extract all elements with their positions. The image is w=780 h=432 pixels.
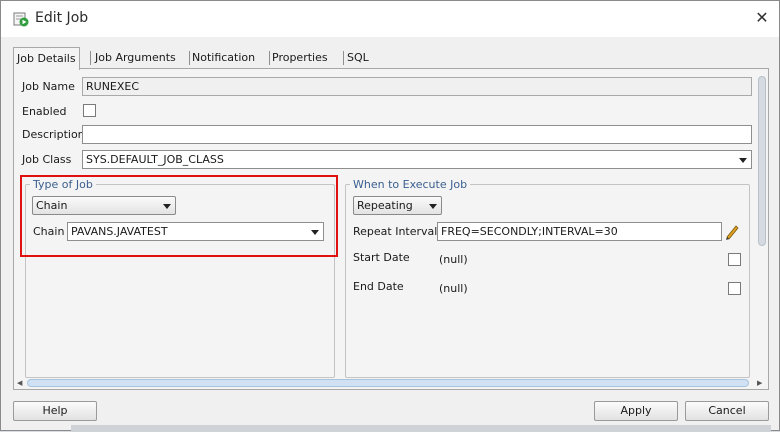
job-type-select[interactable]: Chain [32, 196, 176, 215]
close-icon[interactable]: ✕ [753, 9, 771, 27]
chevron-down-icon [429, 204, 437, 209]
repeat-interval-label: Repeat Interval [353, 225, 438, 238]
start-date-checkbox[interactable] [728, 253, 741, 266]
job-type-value: Chain [36, 199, 68, 212]
vertical-scroll-thumb[interactable] [758, 76, 766, 246]
help-button[interactable]: Help [13, 401, 97, 421]
scroll-right-icon[interactable]: ▶ [757, 379, 762, 387]
title-bar: Edit Job ✕ [1, 1, 779, 37]
window-title: Edit Job [35, 10, 89, 26]
job-class-select[interactable]: SYS.DEFAULT_JOB_CLASS [82, 150, 752, 169]
enabled-label: Enabled [22, 105, 67, 118]
edit-job-icon [13, 12, 29, 27]
end-date-value: (null) [439, 282, 468, 295]
repeat-interval-field[interactable]: FREQ=SECONDLY;INTERVAL=30 [437, 222, 722, 241]
pencil-icon[interactable] [724, 222, 740, 240]
type-of-job-title: Type of Job [30, 178, 96, 191]
chevron-down-icon [163, 204, 171, 209]
job-class-label: Job Class [22, 153, 72, 166]
description-field[interactable] [82, 125, 752, 144]
chevron-down-icon [311, 230, 319, 235]
job-name-field[interactable]: RUNEXEC [82, 77, 752, 96]
job-name-label: Job Name [22, 80, 75, 93]
chain-select[interactable]: PAVANS.JAVATEST [67, 222, 324, 241]
tab-properties[interactable]: Properties [269, 47, 331, 69]
when-to-execute-title: When to Execute Job [350, 178, 471, 191]
enabled-checkbox[interactable] [83, 104, 96, 117]
edit-job-dialog: Edit Job ✕ Job Details Job Arguments Not… [0, 0, 780, 432]
job-class-value: SYS.DEFAULT_JOB_CLASS [86, 153, 224, 166]
apply-button[interactable]: Apply [594, 401, 678, 421]
schedule-mode-value: Repeating [357, 199, 413, 212]
end-date-checkbox[interactable] [728, 282, 741, 295]
chevron-down-icon [739, 158, 747, 163]
end-date-label: End Date [353, 280, 404, 293]
tab-notification[interactable]: Notification [189, 47, 258, 69]
start-date-value: (null) [439, 253, 468, 266]
description-label: Description [22, 128, 85, 141]
tab-sql[interactable]: SQL [344, 47, 372, 69]
vertical-scrollbar[interactable] [757, 76, 767, 376]
tab-job-details[interactable]: Job Details [13, 47, 80, 70]
start-date-label: Start Date [353, 251, 410, 264]
horizontal-scrollbar[interactable]: ◀ ▶ [15, 378, 767, 388]
chain-value: PAVANS.JAVATEST [71, 225, 168, 238]
cancel-button[interactable]: Cancel [685, 401, 769, 421]
tab-job-arguments[interactable]: Job Arguments [92, 47, 179, 69]
chain-label: Chain [33, 225, 65, 238]
horizontal-scroll-thumb[interactable] [27, 379, 749, 387]
tab-separator [90, 51, 91, 65]
scroll-left-icon[interactable]: ◀ [17, 379, 22, 387]
schedule-mode-select[interactable]: Repeating [353, 196, 442, 215]
